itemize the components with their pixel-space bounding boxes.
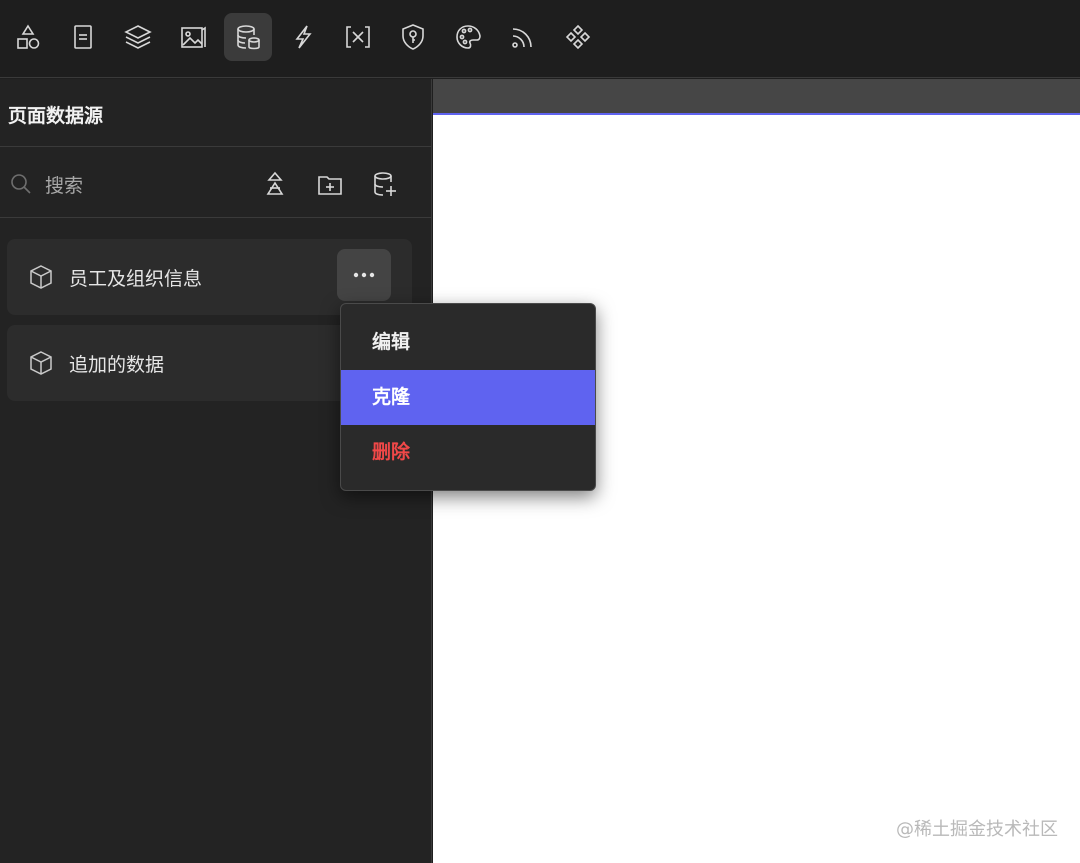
toolbar-variable-button[interactable] [334,13,382,61]
add-folder-icon[interactable] [315,169,345,199]
search-input[interactable]: 搜索 [45,171,83,198]
datasource-label: 追加的数据 [69,354,165,376]
toolbar-action-button[interactable] [279,13,327,61]
toolbar-feed-button[interactable] [499,13,547,61]
divider [0,146,432,147]
lightning-icon [295,25,312,49]
shield-key-icon [402,24,424,50]
database-icon [237,25,260,50]
rss-icon [512,28,532,48]
image-icon [181,26,206,48]
context-menu: 编辑 克隆 删除 [340,303,596,491]
more-icon [353,272,375,278]
divider [0,217,432,218]
shapes-icon [17,24,40,49]
toolbar-shapes-button[interactable] [4,13,52,61]
menu-item-edit[interactable]: 编辑 [341,315,595,370]
component-icon [565,24,591,50]
toolbar-page-button[interactable] [59,13,107,61]
palette-icon [456,25,481,49]
datasource-label: 员工及组织信息 [69,268,203,290]
sort-icon[interactable] [260,169,290,199]
watermark: @稀土掘金技术社区 [896,819,1058,840]
app-window: 页面数据源 搜索 员工及组织信息 追加的数据 编辑 克隆 删除 @稀土掘金技术社… [0,0,1080,863]
toolbar-component-button[interactable] [554,13,602,61]
add-datasource-icon[interactable] [370,169,400,199]
toolbar-datasource-button[interactable] [224,13,272,61]
menu-item-clone[interactable]: 克隆 [341,370,595,425]
layers-icon [124,25,152,49]
toolbar-layers-button[interactable] [114,13,162,61]
page-icon [74,25,92,49]
top-toolbar [0,0,1080,78]
variable-icon [346,26,370,48]
canvas-ruler [433,79,1080,113]
search-icon [11,174,31,194]
panel-title: 页面数据源 [8,105,104,127]
toolbar-theme-button[interactable] [444,13,492,61]
cube-icon [30,265,52,289]
more-options-button[interactable] [337,249,391,301]
cube-icon [30,351,52,375]
menu-item-delete[interactable]: 删除 [341,425,595,480]
toolbar-image-button[interactable] [169,13,217,61]
toolbar-permission-button[interactable] [389,13,437,61]
